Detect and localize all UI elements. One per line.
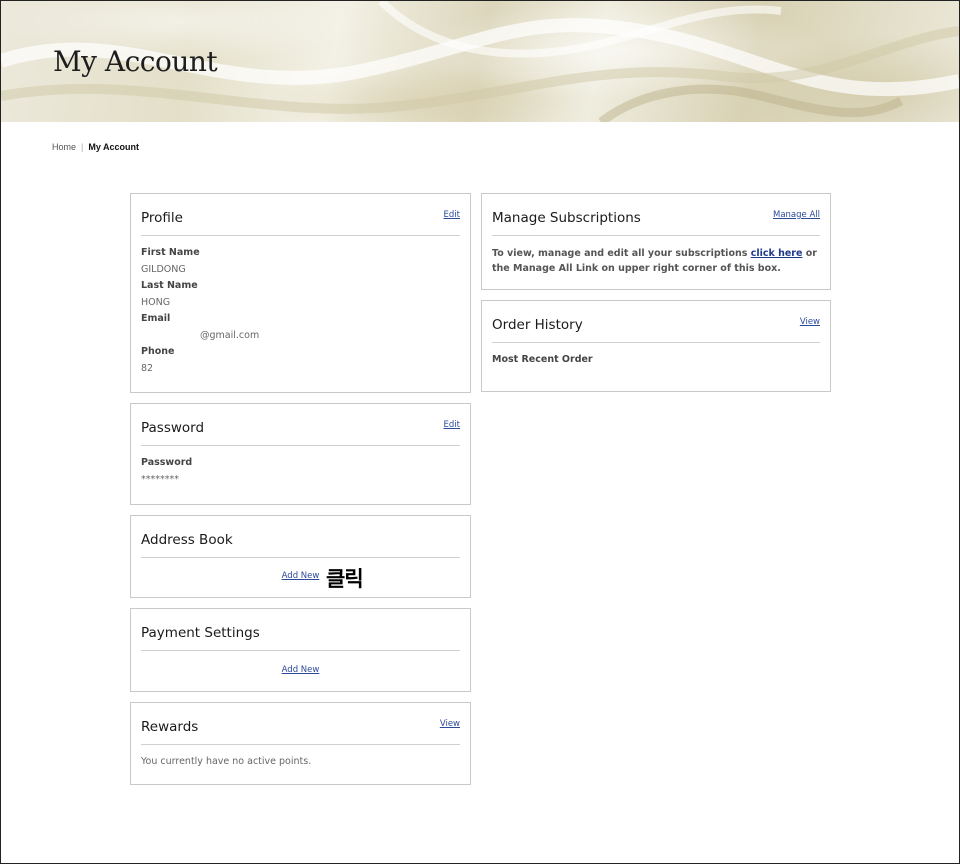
click-annotation: 클릭 [326, 567, 364, 591]
last-name-value: HONG [141, 297, 171, 308]
order-history-card: Order History View Most Recent Order [481, 300, 831, 392]
phone-label: Phone [141, 346, 175, 357]
profile-edit-link[interactable]: Edit [444, 210, 460, 220]
phone-value: 82 [141, 363, 154, 374]
first-name-value: GILDONG [141, 264, 186, 275]
rewards-title: Rewards [141, 719, 199, 735]
manage-all-link[interactable]: Manage All [773, 210, 820, 220]
password-masked-value: ******** [141, 474, 179, 485]
payment-add-new-link[interactable]: Add New [131, 665, 470, 675]
address-book-card: Address Book Add New 클릭 [130, 515, 471, 598]
rewards-message: You currently have no active points. [141, 756, 312, 767]
email-label: Email [141, 313, 171, 324]
payment-settings-title: Payment Settings [141, 625, 260, 641]
subscriptions-click-here-link[interactable]: click here [751, 248, 803, 259]
subscriptions-card-header: Manage Subscriptions Manage All [492, 194, 820, 236]
breadcrumb-separator: | [81, 142, 84, 152]
profile-card-header: Profile Edit [141, 194, 460, 236]
address-book-title: Address Book [141, 532, 233, 548]
password-card-header: Password Edit [141, 404, 460, 446]
password-title: Password [141, 420, 205, 436]
address-book-card-header: Address Book [141, 516, 460, 558]
breadcrumb-current: My Account [88, 142, 140, 152]
payment-settings-card-header: Payment Settings [141, 609, 460, 651]
rewards-card-header: Rewards View [141, 703, 460, 745]
subscriptions-description: To view, manage and edit all your subscr… [492, 246, 820, 276]
breadcrumb-home-link[interactable]: Home [52, 142, 76, 152]
subscriptions-text-before: To view, manage and edit all your subscr… [492, 248, 751, 259]
hero-banner: My Account [1, 1, 959, 122]
address-add-new-link[interactable]: Add New [131, 571, 470, 581]
order-history-title: Order History [492, 317, 583, 333]
password-field-label: Password [141, 457, 193, 468]
last-name-label: Last Name [141, 280, 198, 291]
most-recent-order-label: Most Recent Order [492, 354, 593, 365]
rewards-card: Rewards View You currently have no activ… [130, 702, 471, 785]
profile-title: Profile [141, 210, 183, 226]
subscriptions-title: Manage Subscriptions [492, 210, 641, 226]
password-edit-link[interactable]: Edit [444, 420, 460, 430]
payment-settings-card: Payment Settings Add New [130, 608, 471, 692]
email-value: @gmail.com [200, 330, 260, 341]
order-history-view-link[interactable]: View [800, 317, 820, 327]
first-name-label: First Name [141, 247, 200, 258]
order-history-card-header: Order History View [492, 301, 820, 343]
breadcrumb: Home | My Account [52, 142, 139, 152]
profile-card: Profile Edit First Name GILDONG Last Nam… [130, 193, 471, 393]
page-title: My Account [53, 45, 218, 78]
rewards-view-link[interactable]: View [440, 719, 460, 729]
subscriptions-card: Manage Subscriptions Manage All To view,… [481, 193, 831, 290]
password-card: Password Edit Password ******** [130, 403, 471, 505]
